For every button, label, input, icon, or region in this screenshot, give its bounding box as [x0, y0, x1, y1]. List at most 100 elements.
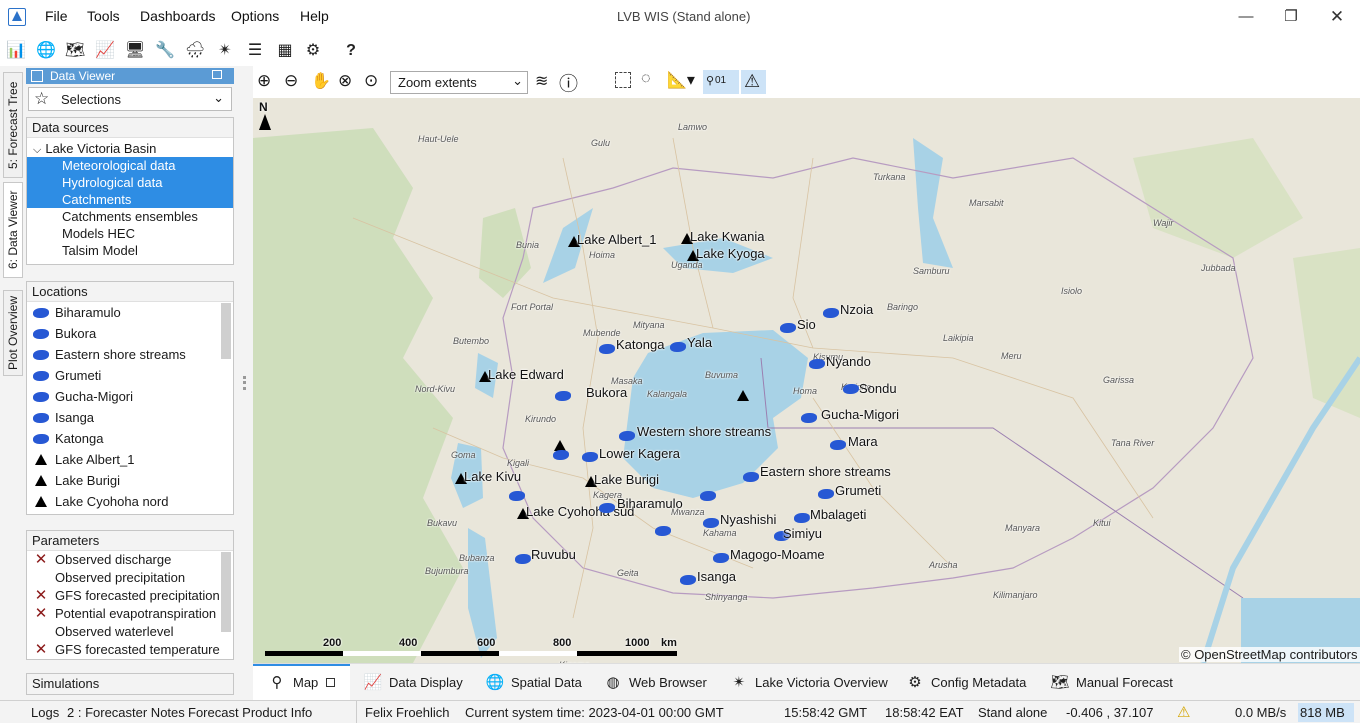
catchment-marker[interactable] [809, 359, 825, 369]
simulations-panel[interactable]: Simulations [26, 673, 234, 695]
location-item[interactable]: Eastern shore streams [27, 344, 233, 365]
tab-data-viewer[interactable]: 6: Data Viewer [3, 182, 23, 278]
tab-manual-forecast[interactable]: 🗺 Manual Forecast [1050, 673, 1172, 691]
zoom-out-icon[interactable]: ⊖ [284, 71, 298, 91]
catchment-marker[interactable] [599, 503, 615, 513]
location-item[interactable]: Gucha-Migori [27, 386, 233, 407]
weather-icon[interactable]: 🌧 [184, 40, 206, 62]
catchment-marker[interactable] [794, 513, 810, 523]
tree-root[interactable]: ⌵ Lake Victoria Basin [27, 140, 233, 157]
help-button[interactable]: ? [340, 40, 362, 62]
selections-dropdown[interactable]: ☆ Selections ⌄ [28, 87, 232, 111]
close-button[interactable]: ✕ [1326, 6, 1348, 28]
catchment-marker[interactable] [818, 489, 834, 499]
wrench-icon[interactable]: 🔧 [154, 40, 176, 62]
data-source-item[interactable]: Talsim Model [27, 242, 233, 259]
tab-plot-overview[interactable]: Plot Overview [3, 290, 23, 376]
catchment-marker[interactable] [830, 440, 846, 450]
location-item[interactable]: Biharamulo [27, 302, 233, 323]
globe-icon[interactable]: 🌐 [35, 40, 57, 62]
locations-scrollbar[interactable] [221, 303, 231, 359]
splitter-handle[interactable] [243, 376, 246, 390]
satellite-icon[interactable]: ✴ [214, 40, 236, 62]
menu-tools[interactable]: Tools [87, 8, 120, 24]
tab-logs[interactable]: Logs [31, 705, 59, 720]
catchment-marker[interactable] [680, 575, 696, 585]
catchment-marker[interactable] [515, 554, 531, 564]
info-icon[interactable]: ⓘ [559, 69, 578, 96]
zoom-in-icon[interactable]: ⊕ [257, 71, 271, 91]
parameter-item[interactable]: ✕ GFS forecasted precipitation [27, 587, 233, 605]
catchment-marker[interactable] [703, 518, 719, 528]
map-view[interactable]: N Haut-Uele Lamwo Gulu Turkana Bunia Hoima Uga… [253, 98, 1360, 663]
catchment-marker[interactable] [619, 431, 635, 441]
catchment-marker[interactable] [509, 491, 525, 501]
tab-data-display[interactable]: 📈 Data Display [363, 673, 463, 691]
menu-options[interactable]: Options [231, 8, 279, 24]
catchment-marker[interactable] [655, 526, 671, 536]
data-source-item[interactable]: Catchments ensembles [27, 208, 233, 225]
catchment-marker[interactable] [555, 391, 571, 401]
location-item[interactable]: Lake Albert_1 [27, 449, 233, 470]
parameter-item[interactable]: Observed waterlevel [27, 623, 233, 641]
table-icon[interactable]: ▦ [274, 40, 296, 62]
panel-maximize-icon[interactable] [212, 70, 222, 79]
menu-dashboards[interactable]: Dashboards [140, 8, 216, 24]
maximize-button[interactable]: ❐ [1280, 6, 1302, 28]
parameter-item[interactable]: ✕ Observed discharge [27, 551, 233, 569]
rectangle-select-icon[interactable] [615, 72, 631, 88]
monitor-icon[interactable]: 🖥 [124, 40, 146, 62]
layers-icon[interactable]: ≋ [535, 71, 548, 91]
location-item[interactable]: Grumeti [27, 365, 233, 386]
data-source-item[interactable]: Hydrological data [27, 174, 233, 191]
catchment-marker[interactable] [843, 384, 859, 394]
catchment-marker[interactable] [700, 491, 716, 501]
forecast-tree-icon[interactable]: 📊 [5, 40, 27, 62]
location-item[interactable]: Lake Cyohoha nord [27, 491, 233, 512]
zoom-select[interactable]: Zoom extents ⌄ [390, 71, 528, 94]
parameter-item[interactable]: ✕ GFS forecasted temperature [27, 641, 233, 659]
warning-toggle[interactable]: ⚠ [741, 70, 766, 94]
data-source-item[interactable]: Models HEC [27, 225, 233, 242]
parameters-scrollbar[interactable] [221, 552, 231, 632]
minimize-button[interactable]: — [1235, 6, 1257, 28]
data-source-item[interactable]: Catchments [27, 191, 233, 208]
tab-spatial-data[interactable]: 🌐 Spatial Data [485, 673, 582, 691]
menu-file[interactable]: File [45, 8, 68, 24]
location-item[interactable]: Bukora [27, 323, 233, 344]
zoom-previous-icon[interactable]: ⊙ [364, 71, 378, 91]
tab-float-icon[interactable] [326, 677, 336, 687]
measure-icon[interactable]: 📐▾ [667, 70, 695, 90]
zoom-box-icon[interactable]: ⊗ [338, 71, 352, 91]
parameter-item[interactable]: ✕ Potential evapotranspiration [27, 605, 233, 623]
list-icon[interactable]: ☰ [244, 40, 266, 62]
location-item[interactable]: Lake Burigi [27, 470, 233, 491]
map-chart-icon[interactable]: 🗺 [64, 40, 86, 62]
catchment-marker[interactable] [670, 342, 686, 352]
config-icon[interactable]: ⚙ [302, 40, 324, 62]
data-source-item[interactable]: Meteorological data [27, 157, 233, 174]
tab-lake-victoria-overview[interactable]: ✴ Lake Victoria Overview [729, 673, 888, 691]
catchment-marker[interactable] [743, 472, 759, 482]
location-item[interactable]: Isanga [27, 407, 233, 428]
catchment-marker[interactable] [823, 308, 839, 318]
lasso-select-icon[interactable]: ◌ [641, 70, 651, 88]
tab-forecast-product-info[interactable]: Forecast Product Info [188, 705, 312, 720]
label-toggle-button[interactable]: ⚲ 01 [703, 70, 739, 94]
line-chart-icon[interactable]: 📈 [94, 40, 116, 62]
catchment-marker[interactable] [553, 450, 569, 460]
catchment-marker[interactable] [599, 344, 615, 354]
parameter-item[interactable]: Observed precipitation [27, 569, 233, 587]
warning-icon[interactable]: ⚠ [1177, 703, 1190, 721]
tab-map-label[interactable]: ⚲ Map [267, 673, 336, 691]
location-item[interactable]: Katonga [27, 428, 233, 449]
menu-help[interactable]: Help [300, 8, 329, 24]
lake-station-marker[interactable] [737, 390, 749, 401]
tab-forecaster-notes[interactable]: 2 : Forecaster Notes [67, 705, 185, 720]
catchment-marker[interactable] [780, 323, 796, 333]
catchment-marker[interactable] [582, 452, 598, 462]
tab-web-browser[interactable]: ◍ Web Browser [603, 673, 706, 691]
tab-config-metadata[interactable]: ⚙ Config Metadata [905, 673, 1026, 691]
catchment-marker[interactable] [713, 553, 729, 563]
catchment-marker[interactable] [801, 413, 817, 423]
